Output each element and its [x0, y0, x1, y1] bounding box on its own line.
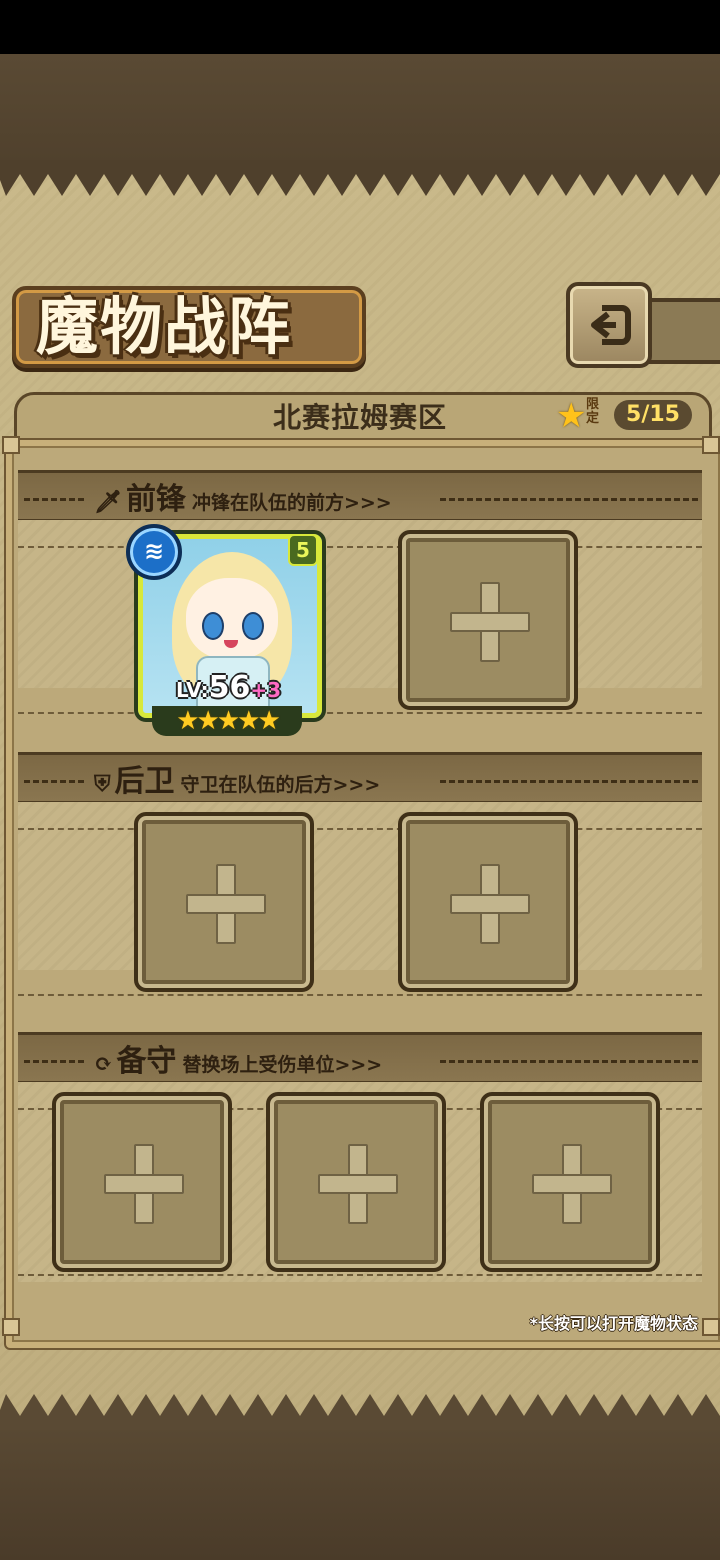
star-icon: ★	[556, 396, 587, 436]
row-line	[18, 546, 702, 548]
back-button[interactable]	[566, 282, 652, 368]
character-level: LV:56+3	[176, 670, 281, 705]
level-bonus: +3	[250, 678, 282, 702]
limit-badge: ★ 限定 5/15	[556, 396, 696, 436]
map-background-bottom	[0, 1420, 720, 1560]
add-icon	[318, 1174, 398, 1194]
torn-edge-top	[0, 160, 720, 196]
status-bar	[0, 0, 720, 54]
section-back-desc: 守卫在队伍的后方>>>	[180, 774, 381, 796]
board-corner	[702, 1318, 720, 1336]
page-title: 魔物战阵	[36, 290, 293, 363]
back-arrow-icon	[591, 305, 631, 345]
map-background-top	[0, 54, 720, 174]
section-reserve-title: 备守	[116, 1044, 177, 1079]
team-count: 5/15	[614, 400, 692, 430]
row-line	[18, 828, 702, 830]
board-corner	[702, 436, 720, 454]
board-corner	[2, 436, 20, 454]
row-line	[18, 1274, 702, 1276]
swap-icon: ⟳	[94, 1051, 113, 1077]
section-back-label: ⛨ 后卫 守卫在队伍的后方>>>	[94, 756, 380, 800]
add-icon	[532, 1174, 612, 1194]
rank-badge: 5	[288, 534, 318, 566]
side-tab	[640, 298, 720, 364]
character-eye	[242, 612, 264, 640]
level-prefix: LV:	[176, 678, 209, 702]
long-press-hint: *长按可以打开魔物状态	[529, 1314, 698, 1333]
torn-edge-bottom	[0, 1394, 720, 1430]
star-rating: ★★★★★	[152, 706, 302, 736]
dash-line	[24, 780, 84, 783]
shield-icon: ⛨	[94, 771, 111, 797]
back-slot-1[interactable]	[134, 812, 314, 992]
dash-line	[440, 1060, 698, 1063]
dash-line	[24, 498, 84, 501]
add-icon	[450, 894, 530, 914]
section-front-title: 前锋	[125, 482, 186, 517]
add-icon	[104, 1174, 184, 1194]
character-eye	[202, 612, 224, 640]
section-reserve-desc: 替换场上受伤单位>>>	[182, 1054, 383, 1076]
level-value: 56	[208, 670, 251, 705]
dash-line	[24, 1060, 84, 1063]
add-icon	[450, 612, 530, 632]
limit-tag: 限定	[586, 397, 600, 426]
section-front-desc: 冲锋在队伍的前方>>>	[191, 492, 392, 514]
section-back-title: 后卫	[114, 764, 175, 799]
section-front-label: 🗡 前锋 冲锋在队伍的前方>>>	[94, 474, 392, 518]
sword-icon: 🗡	[94, 489, 122, 515]
reserve-slot-1[interactable]	[52, 1092, 232, 1272]
front-slot-2[interactable]	[398, 530, 578, 710]
section-reserve-label: ⟳ 备守 替换场上受伤单位>>>	[94, 1036, 382, 1080]
dash-line	[440, 780, 698, 783]
back-slot-2[interactable]	[398, 812, 578, 992]
board-corner	[2, 1318, 20, 1336]
add-icon	[186, 894, 266, 914]
row-line	[18, 712, 702, 714]
water-element-icon: ≋	[126, 524, 182, 580]
reserve-slot-2[interactable]	[266, 1092, 446, 1272]
reserve-slot-3[interactable]	[480, 1092, 660, 1272]
row-line	[18, 994, 702, 996]
dash-line	[440, 498, 698, 501]
